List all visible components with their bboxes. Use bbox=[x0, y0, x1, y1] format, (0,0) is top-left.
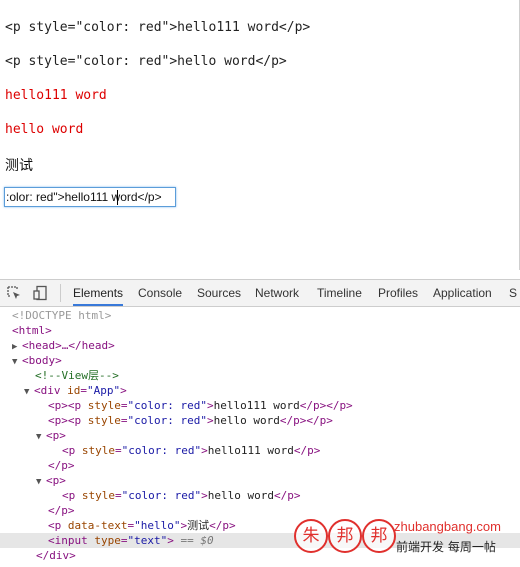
tree-node-p-3[interactable]: ▼ <p> bbox=[36, 428, 66, 443]
tab-sources[interactable]: Sources bbox=[197, 280, 241, 306]
text-input[interactable] bbox=[4, 187, 176, 207]
watermark-stamp-1: 朱 bbox=[294, 519, 328, 553]
text-caret bbox=[117, 190, 118, 205]
tab-security-truncated[interactable]: S bbox=[509, 280, 517, 306]
watermark-slogan: 前端开发 每周一帖 bbox=[396, 540, 496, 554]
tab-application[interactable]: Application bbox=[433, 280, 492, 306]
tree-node-doctype[interactable]: <!DOCTYPE html> bbox=[12, 308, 111, 323]
tree-node-div-app[interactable]: ▼ <div id="App"> bbox=[24, 383, 127, 398]
rendered-page: <p style="color: red">hello111 word</p> … bbox=[0, 0, 520, 270]
collapse-arrow-icon[interactable]: ▼ bbox=[12, 355, 22, 370]
tree-node-p-4[interactable]: ▼ <p> bbox=[36, 473, 66, 488]
toolbar-divider bbox=[60, 284, 61, 302]
device-mode-icon[interactable] bbox=[32, 285, 48, 301]
tree-node-comment[interactable]: <!--View层--> bbox=[35, 368, 119, 383]
data-text-paragraph: 测试 bbox=[5, 158, 33, 174]
tree-node-p-3-text[interactable]: <p style="color: red">hello111 word</p> bbox=[62, 443, 320, 458]
tree-node-p-4-text[interactable]: <p style="color: red">hello word</p> bbox=[62, 488, 300, 503]
watermark-stamp-3: 邦 bbox=[362, 519, 396, 553]
tree-node-div-close[interactable]: </div> bbox=[36, 548, 76, 563]
tree-node-html[interactable]: <html> bbox=[12, 323, 52, 338]
tree-node-p-1[interactable]: <p><p style="color: red">hello111 word</… bbox=[48, 398, 353, 413]
escaped-html-line-1: <p style="color: red">hello111 word</p> bbox=[5, 20, 311, 35]
red-paragraph-2: hello word bbox=[5, 122, 84, 137]
tab-timeline[interactable]: Timeline bbox=[317, 280, 362, 306]
tree-node-body[interactable]: ▼ <body> bbox=[12, 353, 62, 368]
tree-node-p-3-close[interactable]: </p> bbox=[48, 458, 75, 473]
tree-node-p-data-text[interactable]: <p data-text="hello">测试</p> bbox=[48, 518, 236, 533]
collapse-arrow-icon[interactable]: ▼ bbox=[24, 385, 34, 400]
escaped-html-line-2: <p style="color: red">hello word</p> bbox=[5, 54, 287, 69]
tab-console[interactable]: Console bbox=[138, 280, 182, 306]
watermark: 朱 邦 邦 zhubangbang.com 前端开发 每周一帖 bbox=[294, 519, 518, 559]
devtools-toolbar: Elements Console Sources Network Timelin… bbox=[0, 280, 520, 307]
collapse-arrow-icon[interactable]: ▼ bbox=[36, 430, 46, 445]
watermark-site: zhubangbang.com bbox=[394, 519, 501, 534]
tab-elements[interactable]: Elements bbox=[73, 280, 124, 306]
tab-network[interactable]: Network bbox=[255, 280, 299, 306]
tab-profiles[interactable]: Profiles bbox=[378, 280, 418, 306]
watermark-stamp-2: 邦 bbox=[328, 519, 362, 553]
tree-node-p-2[interactable]: <p><p style="color: red">hello word</p><… bbox=[48, 413, 333, 428]
tree-node-p-4-close[interactable]: </p> bbox=[48, 503, 75, 518]
tree-node-head[interactable]: ▶ <head>…</head> bbox=[12, 338, 115, 353]
red-paragraph-1: hello111 word bbox=[5, 88, 107, 103]
inspect-icon[interactable] bbox=[6, 285, 22, 301]
collapse-arrow-icon[interactable]: ▼ bbox=[36, 475, 46, 490]
